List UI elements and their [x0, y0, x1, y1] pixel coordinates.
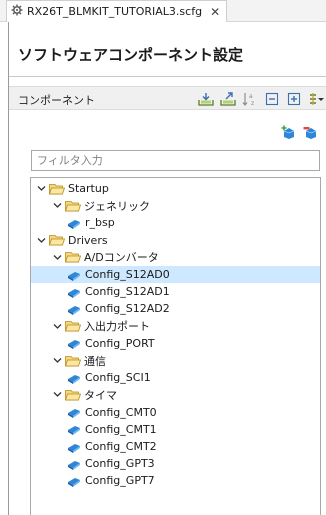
tree-item-label: 入出力ポート [84, 320, 150, 334]
export-icon[interactable] [220, 91, 236, 107]
tree-folder-item[interactable]: 通信 [31, 352, 320, 369]
divider [9, 76, 326, 77]
tree-component-item[interactable]: Config_S12AD2 [31, 300, 320, 317]
tree-item-label: Config_GPT3 [85, 457, 155, 471]
tree-component-item[interactable]: Config_S12AD1 [31, 283, 320, 300]
folder-open-icon [49, 183, 65, 194]
sort-icon[interactable]: a z [242, 91, 258, 107]
component-icon [68, 374, 80, 384]
folder-open-icon [65, 252, 81, 263]
chevron-down-icon[interactable] [53, 357, 62, 364]
component-icon [68, 477, 80, 487]
chevron-down-icon[interactable] [53, 391, 62, 398]
chevron-down-icon[interactable] [37, 185, 46, 192]
component-icon [68, 409, 80, 419]
component-icon [68, 271, 80, 281]
tree-component-item[interactable]: r_bsp [31, 214, 320, 231]
tree-folder-item[interactable]: Startup [31, 180, 320, 197]
smart-configurator-editor: RX26T_BLMKIT_TUTORIAL3.scfg ✕ ソフトウェアコンポー… [0, 0, 326, 515]
tree-component-item[interactable]: Config_S12AD0 [31, 266, 320, 283]
expand-all-icon[interactable] [286, 91, 302, 107]
tree-item-label: ジェネリック [84, 199, 150, 213]
tree-item-label: Config_PORT [85, 336, 155, 350]
tree-item-label: Config_GPT7 [85, 474, 155, 488]
tree-item-label: 通信 [84, 354, 106, 368]
components-toolbar: a z [198, 90, 324, 108]
import-icon[interactable] [198, 91, 214, 107]
folder-open-icon [65, 321, 81, 332]
close-icon[interactable]: ✕ [210, 6, 220, 18]
tree-folder-item[interactable]: ジェネリック [31, 197, 320, 214]
view-menu-icon[interactable] [308, 91, 324, 107]
tree-item-label: Config_CMT1 [85, 422, 157, 436]
tree-item-label: Startup [68, 182, 109, 195]
tab-filename: RX26T_BLMKIT_TUTORIAL3.scfg [27, 5, 203, 18]
components-label: コンポーネント [18, 94, 95, 107]
editor-tab-strip: RX26T_BLMKIT_TUTORIAL3.scfg ✕ [0, 0, 326, 22]
chevron-down-icon[interactable] [53, 254, 62, 261]
tree-folder-item[interactable]: Drivers [31, 232, 320, 249]
tree-component-item[interactable]: Config_CMT1 [31, 421, 320, 438]
component-icon [68, 305, 80, 315]
page-title: ソフトウェアコンポーネント設定 [18, 46, 244, 64]
gear-icon [11, 4, 23, 19]
tree-component-item[interactable]: Config_PORT [31, 335, 320, 352]
remove-component-icon[interactable] [302, 124, 318, 140]
tree-component-item[interactable]: Config_SCI1 [31, 369, 320, 386]
component-icon [68, 288, 80, 298]
collapse-all-icon[interactable] [264, 91, 280, 107]
editor-tab[interactable]: RX26T_BLMKIT_TUTORIAL3.scfg ✕ [6, 0, 228, 22]
tree-item-label: r_bsp [85, 216, 115, 230]
tree-component-item[interactable]: Config_CMT0 [31, 404, 320, 421]
folder-open-icon [49, 235, 65, 246]
components-section-header: コンポーネント a z [9, 86, 326, 110]
tree-item-label: Config_CMT0 [85, 405, 157, 419]
tree-item-label: Config_S12AD1 [85, 285, 170, 299]
tree-item-label: Config_SCI1 [85, 371, 151, 385]
folder-open-icon [65, 355, 81, 366]
component-icon [68, 219, 80, 229]
component-icon [68, 340, 80, 350]
tree-folder-item[interactable]: タイマ [31, 386, 320, 403]
tree-item-label: A/Dコンバータ [84, 251, 159, 265]
filter-input[interactable] [31, 150, 320, 171]
component-actions [280, 124, 318, 140]
component-tree: Startup ジェネリック r_bsp Drivers A/Dコンバータ Config_… [30, 177, 321, 515]
tree-component-item[interactable]: Config_CMT2 [31, 438, 320, 455]
tree-folder-item[interactable]: 入出力ポート [31, 318, 320, 335]
tree-item-label: タイマ [84, 388, 117, 402]
tree-item-label: Config_CMT2 [85, 440, 157, 453]
chevron-down-icon[interactable] [53, 323, 62, 330]
chevron-down-icon[interactable] [37, 237, 46, 244]
tree-component-item[interactable]: Config_GPT7 [31, 472, 320, 489]
add-component-icon[interactable] [280, 124, 296, 140]
tree-component-item[interactable]: Config_GPT3 [31, 455, 320, 472]
component-icon [68, 460, 80, 470]
tree-folder-item[interactable]: A/Dコンバータ [31, 249, 320, 266]
tree-item-label: Config_S12AD2 [85, 302, 170, 316]
component-icon [68, 443, 80, 453]
tree-item-label: Drivers [68, 233, 108, 247]
folder-open-icon [65, 200, 81, 212]
svg-text:a: a [249, 93, 253, 100]
chevron-down-icon[interactable] [53, 202, 62, 209]
component-icon [68, 426, 80, 436]
tree-item-label: Config_S12AD0 [85, 268, 170, 281]
folder-open-icon [65, 389, 81, 401]
svg-text:z: z [251, 100, 254, 106]
